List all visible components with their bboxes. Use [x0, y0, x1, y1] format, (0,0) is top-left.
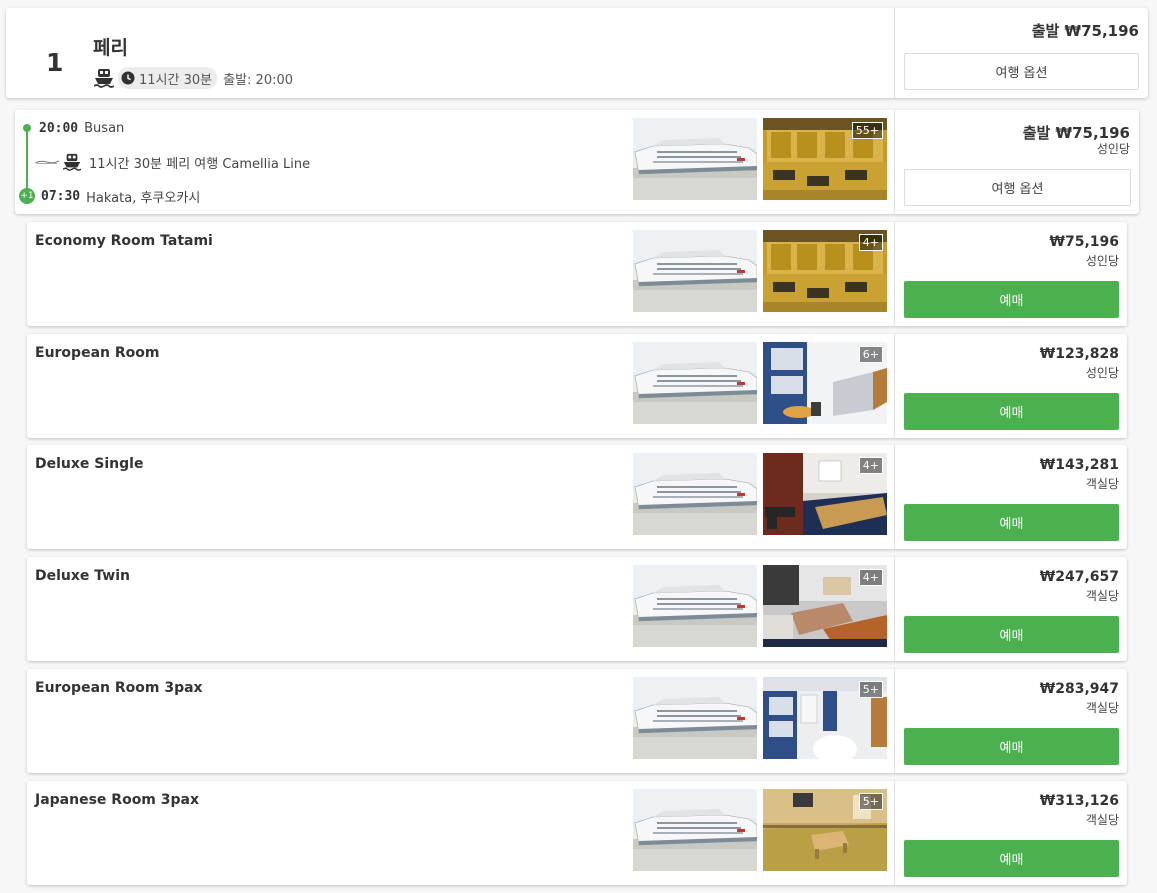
photo-count-badge: 6+: [858, 346, 883, 363]
depart-text: 출발: 20:00: [223, 72, 294, 88]
room-card: Economy Room Tatami 4+ ₩75,196 성인당 예매: [27, 222, 1127, 326]
room-price: ₩283,947: [1039, 681, 1119, 697]
room-divider: [894, 334, 895, 438]
photo-count-badge: 55+: [851, 122, 883, 139]
route-card: +1 20:00 Busan 11시간 30분 페리 여행 Camellia L…: [15, 110, 1139, 214]
room-name: Economy Room Tatami: [35, 233, 213, 249]
ship-photo[interactable]: [633, 230, 757, 312]
room-card: European Room 6+ ₩123,828 성인당 예매: [27, 334, 1127, 438]
room-divider: [894, 222, 895, 326]
book-button[interactable]: 예매: [904, 616, 1119, 653]
duration-text: 11시간 30분: [139, 72, 213, 88]
duration-pill: 11시간 30분: [118, 67, 218, 89]
trip-mode-title: 페리: [93, 37, 128, 59]
book-button[interactable]: 예매: [904, 504, 1119, 541]
room-card: European Room 3pax 5+ ₩283,947 객실당 예매: [27, 669, 1127, 773]
book-button[interactable]: 예매: [904, 840, 1119, 877]
ship-photo[interactable]: [633, 789, 757, 871]
route-divider: [894, 110, 895, 214]
room-price-unit: 객실당: [1085, 813, 1119, 827]
room-card: Deluxe Twin 4+ ₩247,657 객실당 예매: [27, 557, 1127, 661]
room-price: ₩247,657: [1039, 569, 1119, 585]
room-name: Deluxe Single: [35, 456, 144, 472]
photo-count-badge: 4+: [858, 569, 883, 586]
arrive-time: 07:30: [41, 189, 81, 204]
photo-count-badge: 4+: [858, 457, 883, 474]
ship-photo[interactable]: [633, 342, 757, 424]
ship-photo[interactable]: [633, 118, 757, 200]
trip-meta: 11시간 30분 출발: 20:00: [94, 66, 293, 90]
depart-place: Busan: [84, 121, 125, 136]
room-photo-gallery[interactable]: 4+: [763, 453, 887, 535]
ship-photo[interactable]: [633, 453, 757, 535]
ferry-icon: [63, 153, 81, 171]
trip-summary-card: 1 페리 11시간 30분 출발: 20:00 출발 ₩75,196 여행 옵션: [6, 8, 1148, 98]
clock-icon: [121, 71, 135, 85]
room-divider: [894, 557, 895, 661]
route-timeline: [26, 127, 28, 194]
room-name: Deluxe Twin: [35, 568, 130, 584]
ship-photo[interactable]: [633, 565, 757, 647]
room-price-unit: 객실당: [1085, 701, 1119, 715]
room-divider: [894, 669, 895, 773]
photo-count-badge: 5+: [858, 793, 883, 810]
route-departure: 20:00 Busan: [39, 121, 124, 136]
room-price: ₩313,126: [1039, 793, 1119, 809]
room-price: ₩75,196: [1049, 234, 1119, 250]
room-card: Deluxe Single 4+ ₩143,281 객실당 예매: [27, 445, 1127, 549]
room-photo-gallery[interactable]: 4+: [763, 230, 887, 312]
book-button[interactable]: 예매: [904, 728, 1119, 765]
room-price-unit: 객실당: [1085, 589, 1119, 603]
book-button[interactable]: 예매: [904, 281, 1119, 318]
summary-divider: [894, 8, 895, 98]
room-name: Japanese Room 3pax: [35, 792, 200, 808]
room-price-unit: 성인당: [1085, 254, 1119, 268]
operator-logo: [35, 160, 59, 164]
room-photo-gallery[interactable]: 4+: [763, 565, 887, 647]
room-divider: [894, 445, 895, 549]
room-name: European Room: [35, 345, 160, 361]
photo-count-badge: 5+: [858, 681, 883, 698]
room-price-unit: 객실당: [1085, 477, 1119, 491]
route-price-unit: 성인당: [1096, 142, 1130, 156]
room-photo-gallery[interactable]: 55+: [763, 118, 887, 200]
room-photo-gallery[interactable]: 6+: [763, 342, 887, 424]
room-photo-gallery[interactable]: 5+: [763, 789, 887, 871]
route-segment: 11시간 30분 페리 여행 Camellia Line: [35, 152, 310, 172]
trip-description: 11시간 30분 페리 여행 Camellia Line: [89, 156, 311, 172]
arrive-place: Hakata, 후쿠오카시: [86, 191, 201, 206]
trip-options-button[interactable]: 여행 옵션: [904, 53, 1139, 90]
room-card: Japanese Room 3pax 5+ ₩313,126 객실당 예매: [27, 781, 1127, 885]
room-price: ₩143,281: [1039, 457, 1119, 473]
route-start-dot: [23, 124, 31, 132]
summary-price: 출발 ₩75,196: [1031, 22, 1139, 40]
route-arrival: 07:30 Hakata, 후쿠오카시: [41, 187, 200, 206]
room-name: European Room 3pax: [35, 680, 203, 696]
ferry-icon: [94, 69, 114, 88]
ship-photo[interactable]: [633, 677, 757, 759]
room-price-unit: 성인당: [1085, 366, 1119, 380]
trip-index: 1: [46, 48, 64, 77]
room-divider: [894, 781, 895, 885]
day-offset-badge: +1: [19, 188, 35, 204]
room-price: ₩123,828: [1039, 346, 1119, 362]
depart-time: 20:00: [39, 121, 79, 136]
room-photo-gallery[interactable]: 5+: [763, 677, 887, 759]
photo-count-badge: 4+: [858, 234, 883, 251]
book-button[interactable]: 예매: [904, 393, 1119, 430]
route-options-button[interactable]: 여행 옵션: [904, 169, 1131, 206]
